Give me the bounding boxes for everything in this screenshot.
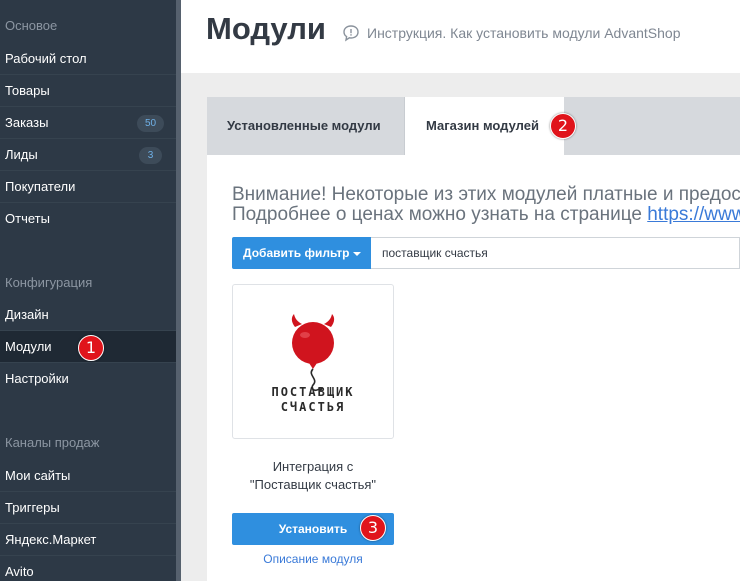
sidebar-item-leads[interactable]: Лиды 3 xyxy=(0,139,176,171)
page-header: Модули Инструкция. Как установить модули… xyxy=(181,0,740,73)
sidebar-section-sales-channels: Каналы продаж xyxy=(5,435,100,450)
sidebar-item-my-sites[interactable]: Мои сайты xyxy=(0,460,176,492)
sidebar-item-avito[interactable]: Avito xyxy=(0,556,176,581)
page-title: Модули xyxy=(206,11,326,46)
step-marker-3: 3 xyxy=(360,515,386,541)
speech-bubble-icon xyxy=(343,25,359,42)
notice-line-1: Внимание! Некоторые из этих модулей плат… xyxy=(232,184,740,205)
sidebar-item-products[interactable]: Товары xyxy=(0,75,176,107)
orders-count-badge: 50 xyxy=(137,115,164,132)
search-input[interactable] xyxy=(371,237,740,269)
sidebar-scroll-edge[interactable] xyxy=(176,0,181,581)
add-filter-label: Добавить фильтр xyxy=(243,246,350,260)
module-name-line-1: Интеграция с xyxy=(272,459,354,474)
module-store-panel: Внимание! Некоторые из этих модулей плат… xyxy=(207,155,740,581)
sidebar: Основое Рабочий стол Товары Заказы 50 Ли… xyxy=(0,0,176,581)
module-description-link[interactable]: Описание модуля xyxy=(232,552,394,566)
add-filter-button[interactable]: Добавить фильтр xyxy=(232,237,371,269)
tab-installed-modules[interactable]: Установленные модули xyxy=(227,97,381,155)
module-card[interactable]: ПОСТАВЩИК СЧАСТЬЯ xyxy=(232,284,394,439)
sidebar-item-dashboard[interactable]: Рабочий стол xyxy=(0,43,176,75)
sidebar-section-config: Конфигурация xyxy=(5,275,93,290)
sidebar-item-yandex-market[interactable]: Яндекс.Маркет xyxy=(0,524,176,556)
caret-down-icon xyxy=(353,251,362,256)
leads-count-badge: 3 xyxy=(139,147,162,164)
pricing-page-link[interactable]: https://www xyxy=(647,204,740,225)
balloon-devil-logo-icon xyxy=(291,314,335,392)
paid-modules-notice: Внимание! Некоторые из этих модулей плат… xyxy=(232,185,740,225)
module-name: Интеграция с "Поставщик счастья" xyxy=(232,458,394,494)
sidebar-item-settings[interactable]: Настройки xyxy=(0,363,176,395)
install-instruction-link[interactable]: Инструкция. Как установить модули Advant… xyxy=(367,25,681,41)
sidebar-item-orders[interactable]: Заказы 50 xyxy=(0,107,176,139)
sidebar-item-label: Лиды xyxy=(5,147,38,162)
sidebar-section-main: Основое xyxy=(5,18,58,33)
sidebar-item-design[interactable]: Дизайн xyxy=(0,299,176,331)
logo-text-line-1: ПОСТАВЩИК xyxy=(271,385,355,399)
notice-text: Подробнее о ценах можно узнать на страни… xyxy=(232,204,648,225)
module-name-line-2: "Поставщик счастья" xyxy=(249,477,377,492)
sidebar-item-customers[interactable]: Покупатели xyxy=(0,171,176,203)
step-marker-2: 2 xyxy=(550,113,576,139)
sidebar-item-reports[interactable]: Отчеты xyxy=(0,203,176,235)
module-tabs: Установленные модули Магазин модулей xyxy=(207,97,740,155)
sidebar-item-triggers[interactable]: Триггеры xyxy=(0,492,176,524)
sidebar-item-label: Заказы xyxy=(5,115,49,130)
logo-text-line-2: СЧАСТЬЯ xyxy=(280,400,346,414)
tab-module-store[interactable]: Магазин модулей xyxy=(404,97,564,155)
step-marker-1: 1 xyxy=(78,335,104,361)
notice-line-2: Подробнее о ценах можно узнать на страни… xyxy=(232,205,740,225)
